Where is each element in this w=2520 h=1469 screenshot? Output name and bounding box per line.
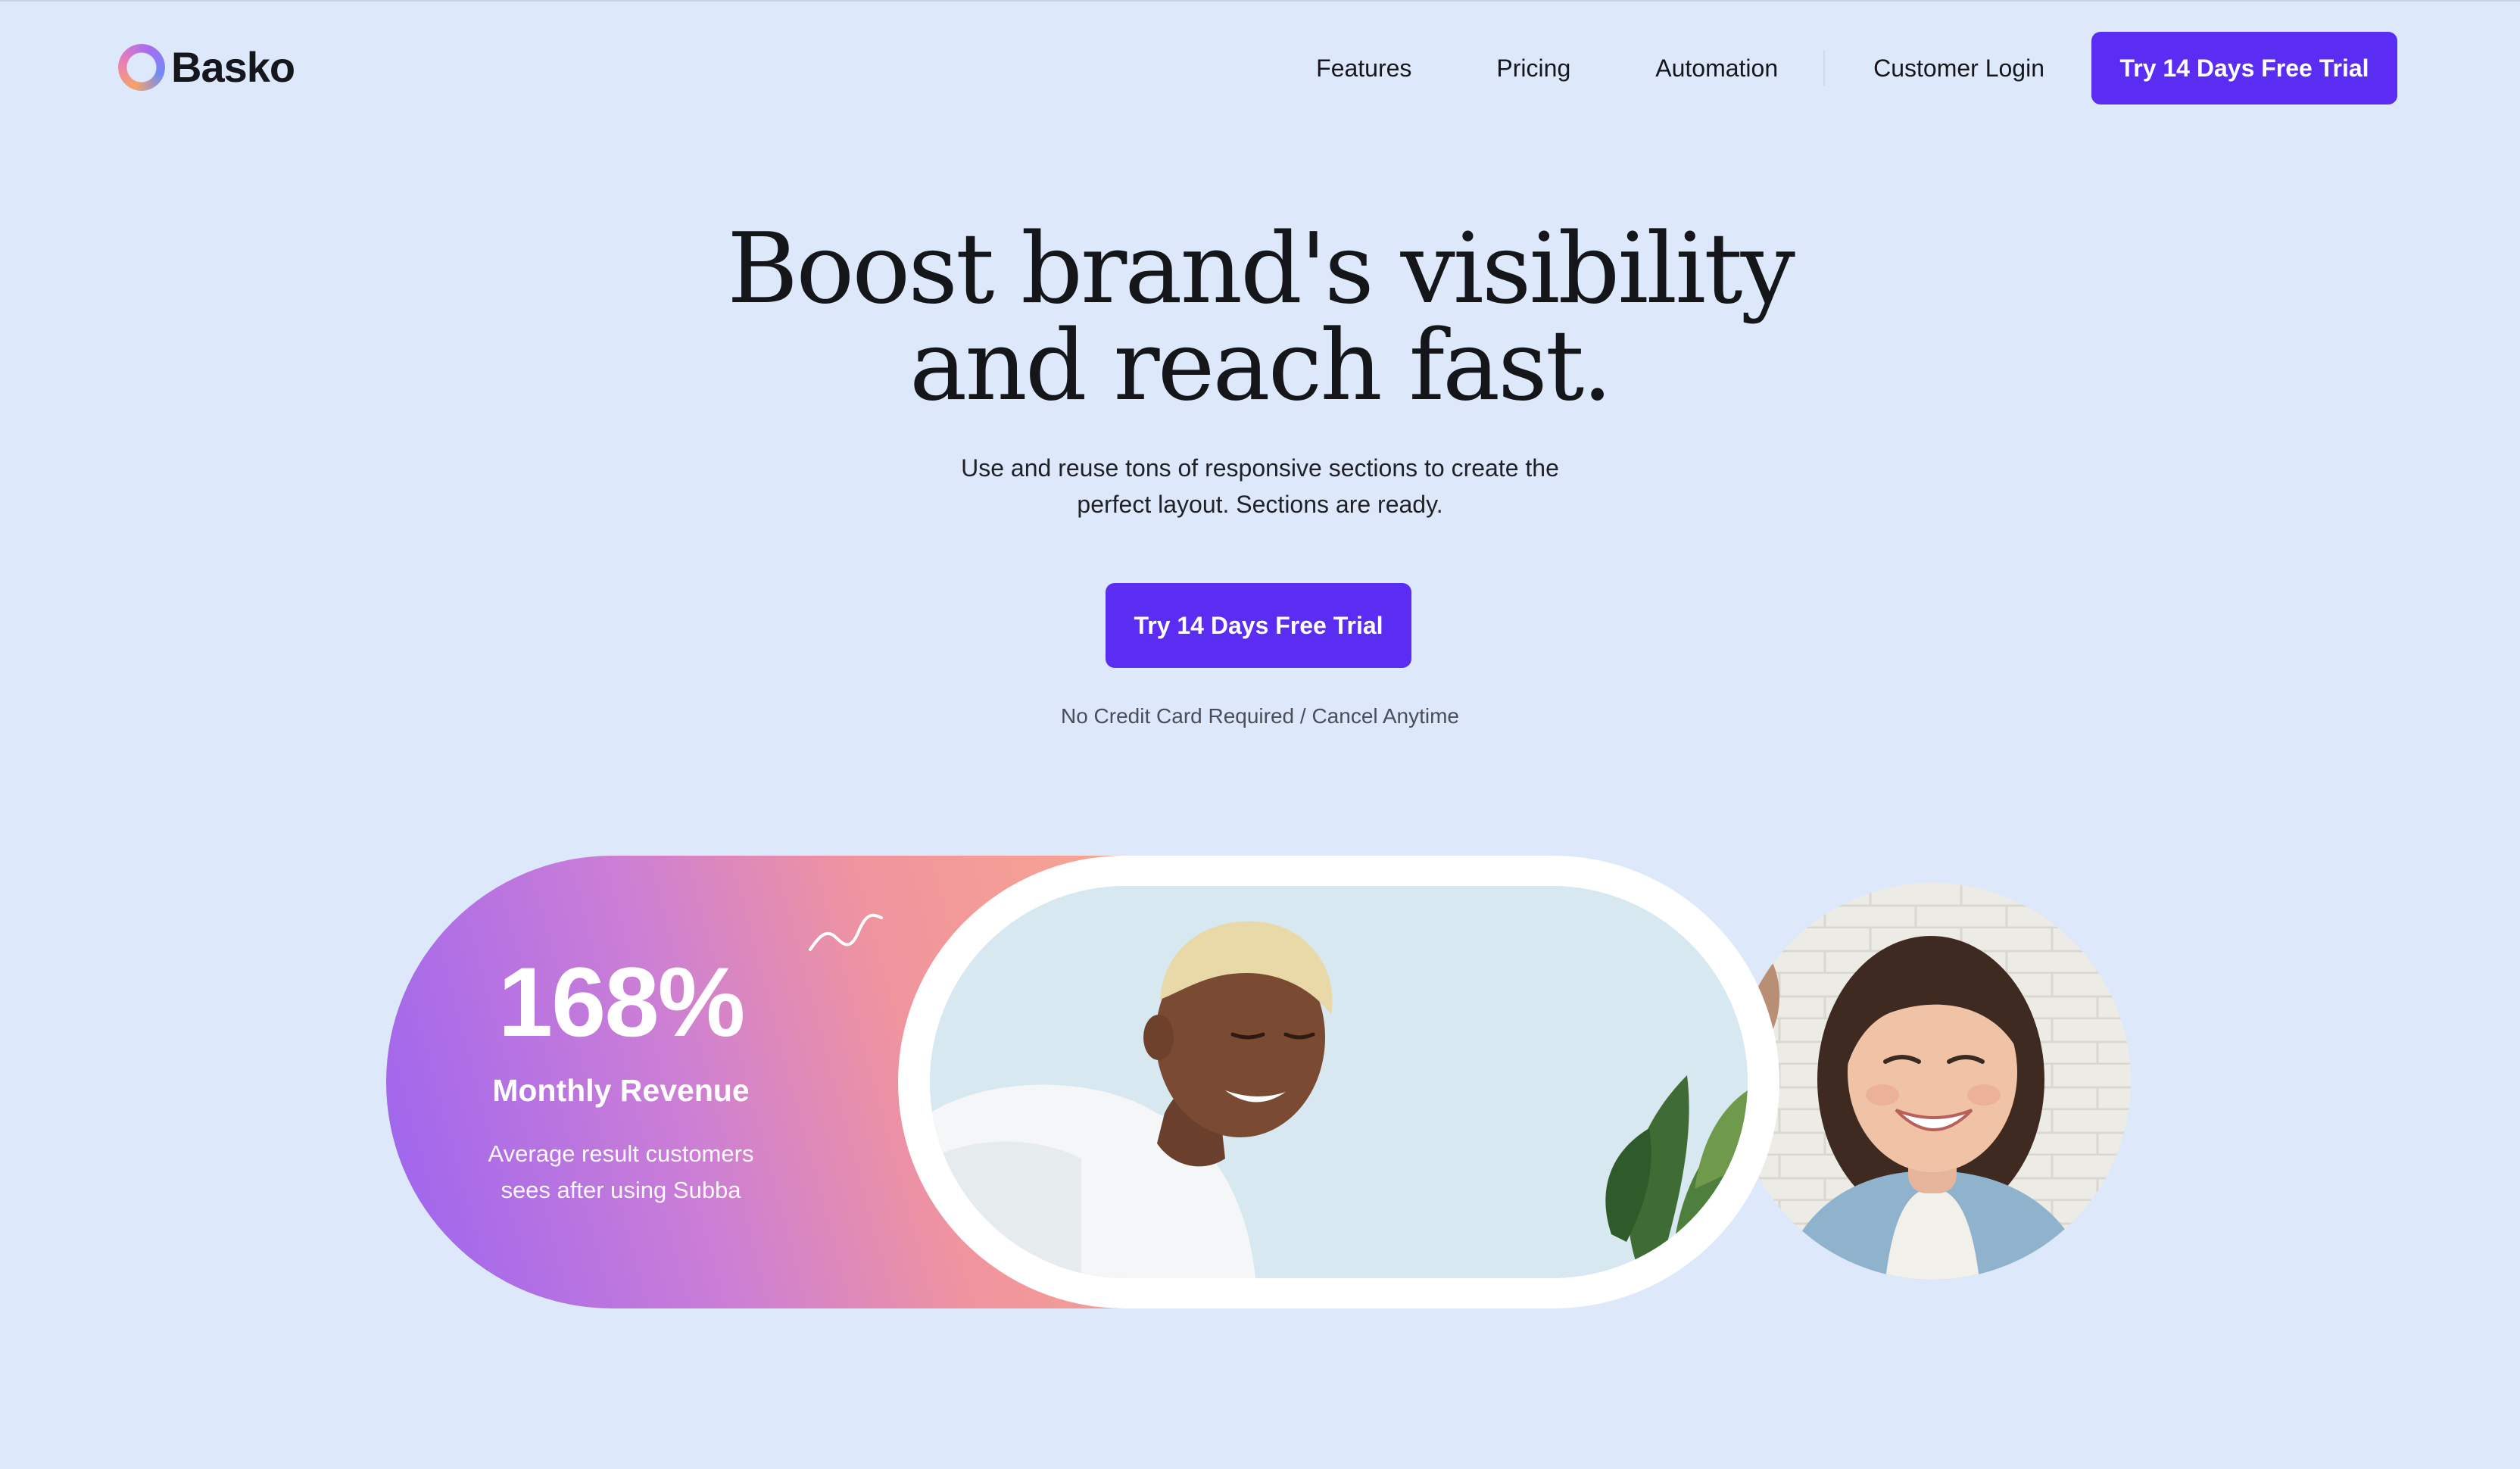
hero-title-line-1: Boost brand's visibility: [727, 213, 1795, 326]
landing-page: Basko Features Pricing Automation Custom…: [0, 0, 2520, 1469]
brand-logo[interactable]: Basko: [118, 42, 295, 92]
photo-frame: [898, 856, 1779, 1308]
main-nav: Features Pricing Automation Customer Log…: [1316, 32, 2397, 104]
hero-subtitle-line-2: perfect layout. Sections are ready.: [1077, 491, 1443, 518]
no-credit-card-note: No Credit Card Required / Cancel Anytime: [1060, 704, 1459, 728]
hero-title-line-2: and reach fast.: [909, 310, 1613, 423]
hero-subtitle: Use and reuse tons of responsive section…: [0, 450, 2520, 522]
customer-login-link[interactable]: Customer Login: [1873, 55, 2044, 83]
nav-link-pricing[interactable]: Pricing: [1496, 55, 1570, 83]
stat-description-line-2: sees after using Subba: [501, 1177, 741, 1203]
squiggle-icon: [809, 913, 883, 951]
woman-smiling-photo: [1734, 883, 2131, 1280]
stat-description-line-1: Average result customers: [488, 1140, 754, 1167]
nav-divider: [1823, 51, 1826, 86]
hero-title: Boost brand's visibility and reach fast.: [0, 221, 2520, 415]
hero-subtitle-line-1: Use and reuse tons of responsive section…: [961, 454, 1559, 482]
stat-description: Average result customers sees after usin…: [462, 1136, 780, 1209]
hero-free-trial-button[interactable]: Try 14 Days Free Trial: [1106, 583, 1411, 668]
nav-link-automation[interactable]: Automation: [1655, 55, 1778, 83]
ring-logo-icon: [118, 43, 165, 91]
woman-photo-illustration: [1734, 883, 2131, 1280]
header-free-trial-button[interactable]: Try 14 Days Free Trial: [2091, 32, 2397, 104]
stat-label: Monthly Revenue: [492, 1073, 750, 1108]
stat-value: 168%: [497, 947, 746, 1057]
man-laughing-photo: [930, 886, 1748, 1278]
nav-link-features[interactable]: Features: [1316, 55, 1411, 83]
man-photo-illustration: [930, 886, 1748, 1278]
brand-name: Basko: [171, 43, 295, 91]
